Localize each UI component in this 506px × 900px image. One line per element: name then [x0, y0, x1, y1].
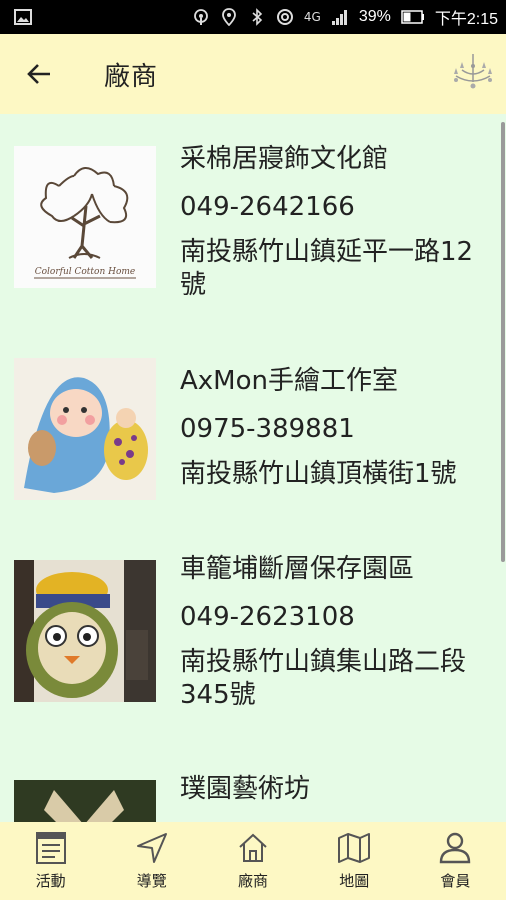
network-type: 4G	[303, 10, 321, 24]
app-bar: 廠商	[0, 34, 506, 114]
back-button[interactable]	[22, 57, 56, 91]
scrollbar[interactable]	[501, 122, 505, 562]
tab-label: 廠商	[238, 872, 269, 890]
vendor-phone[interactable]: 0975-389881	[180, 414, 498, 444]
vendor-name: 璞園藝術坊	[180, 774, 311, 804]
bluetooth-icon	[252, 8, 263, 26]
status-bar: 4G 39% 下午2:15	[0, 0, 506, 34]
list-item[interactable]: 車籠埔斷層保存園區 049-2623108 南投縣竹山鎮集山路二段345號	[0, 554, 500, 714]
battery-percent: 39%	[358, 8, 391, 25]
list-item[interactable]: AxMon手繪工作室 0975-389881 南投縣竹山鎮頂橫街1號	[0, 358, 500, 508]
signal-icon	[331, 10, 347, 25]
home-icon	[239, 833, 267, 862]
vendor-address: 南投縣竹山鎮集山路二段345號	[180, 647, 467, 710]
logo-text: Colorful Cotton Home	[35, 267, 136, 277]
vendor-name: AxMon手繪工作室	[180, 366, 398, 396]
location-icon	[221, 8, 236, 26]
map-icon	[338, 833, 371, 863]
clock: 下午2:15	[434, 11, 498, 28]
list-item[interactable]: Colorful Cotton Home 采棉居寢飾文化館 049-264216…	[0, 144, 500, 314]
sync-icon	[276, 9, 293, 25]
vendor-photo	[14, 358, 156, 500]
vendor-name: 采棉居寢飾文化館	[180, 144, 389, 174]
chandelier-icon[interactable]	[450, 52, 496, 96]
person-icon	[440, 832, 471, 864]
tab-member[interactable]: 會員	[405, 822, 506, 900]
list-item[interactable]: 璞園藝術坊	[0, 774, 500, 822]
tab-label: 會員	[440, 872, 471, 890]
vendor-list[interactable]: Colorful Cotton Home 采棉居寢飾文化館 049-264216…	[0, 114, 506, 822]
tab-vendors[interactable]: 廠商	[202, 822, 303, 900]
vendor-photo	[14, 780, 156, 822]
tab-label: 導覽	[136, 872, 167, 890]
battery-icon	[401, 10, 424, 24]
page-title: 廠商	[104, 61, 159, 92]
tab-guide[interactable]: 導覽	[101, 822, 202, 900]
tab-label: 活動	[35, 872, 66, 890]
bottom-navigation: 活動 導覽 廠商 地圖 會員	[0, 822, 506, 900]
tab-map[interactable]: 地圖	[304, 822, 405, 900]
vendor-photo	[14, 560, 156, 702]
tab-activities[interactable]: 活動	[0, 822, 101, 900]
vendor-address: 南投縣竹山鎮延平一路12號	[180, 237, 474, 300]
vendor-phone[interactable]: 049-2623108	[180, 602, 498, 632]
vendor-name: 車籠埔斷層保存園區	[180, 554, 415, 584]
hotspot-icon	[193, 9, 208, 25]
vendor-logo: Colorful Cotton Home	[14, 146, 156, 288]
list-icon	[35, 832, 66, 864]
vendor-phone[interactable]: 049-2642166	[180, 192, 498, 222]
vendor-address: 南投縣竹山鎮頂橫街1號	[180, 459, 457, 489]
tab-label: 地圖	[339, 872, 370, 890]
navigation-icon	[136, 833, 167, 863]
back-arrow-icon	[27, 64, 50, 84]
image-notification-icon	[14, 9, 32, 25]
